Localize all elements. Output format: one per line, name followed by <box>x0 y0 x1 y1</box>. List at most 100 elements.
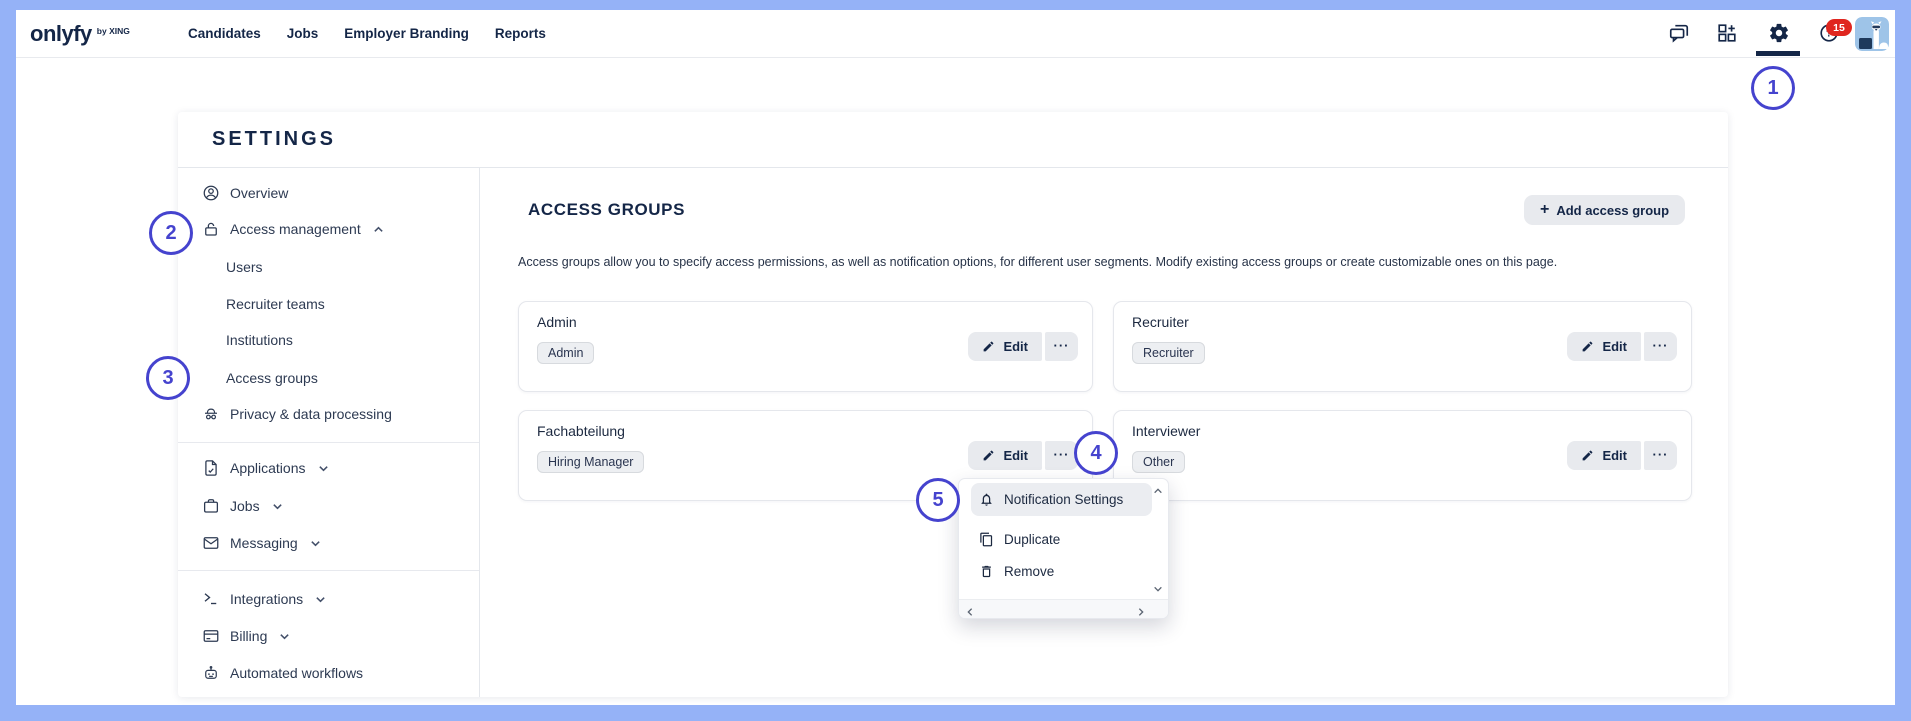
notification-count-badge: 15 <box>1826 19 1852 36</box>
nav-employer-branding[interactable]: Employer Branding <box>344 26 469 41</box>
mail-icon <box>203 537 219 549</box>
active-tab-underline <box>1756 51 1800 56</box>
edit-button[interactable]: Edit <box>968 441 1042 470</box>
menu-item-label: Remove <box>1004 563 1055 579</box>
nav-jobs[interactable]: Jobs <box>287 26 319 41</box>
access-group-title: Recruiter <box>1132 314 1189 330</box>
nav-candidates[interactable]: Candidates <box>188 26 261 41</box>
settings-gear-icon[interactable] <box>1767 21 1791 45</box>
add-access-group-label: Add access group <box>1556 202 1670 218</box>
sidebar-separator <box>178 570 479 571</box>
access-group-title: Fachabteilung <box>537 423 625 439</box>
pencil-icon <box>984 450 994 461</box>
horizontal-scrollbar[interactable] <box>959 599 1168 618</box>
chevron-down-icon <box>272 503 282 509</box>
logo[interactable]: onlyfy by XING <box>30 10 130 57</box>
more-options-button[interactable]: ··· <box>1644 441 1677 470</box>
annotation-step-2: 2 <box>149 211 193 255</box>
access-group-title: Interviewer <box>1132 423 1201 439</box>
menu-item-remove[interactable]: Remove <box>971 556 1152 586</box>
messages-icon[interactable] <box>1667 21 1691 45</box>
sidebar-item-users[interactable]: Users <box>226 254 263 280</box>
sidebar-item-access-management[interactable]: Access management <box>202 216 384 242</box>
chevron-up-icon <box>374 226 383 232</box>
sidebar-item-label: Automated workflows <box>230 665 364 681</box>
nav-reports[interactable]: Reports <box>495 26 546 41</box>
bell-icon <box>981 493 992 506</box>
scroll-left-icon[interactable] <box>965 604 975 622</box>
sidebar-item-label: Recruiter teams <box>226 296 325 312</box>
more-options-button[interactable]: ··· <box>1644 332 1677 361</box>
chevron-down-icon <box>316 596 325 602</box>
edit-button[interactable]: Edit <box>1567 332 1641 361</box>
sidebar-item-applications[interactable]: Applications <box>202 455 329 481</box>
access-group-card-admin: Admin Admin Edit ··· <box>518 301 1093 392</box>
scroll-up-icon[interactable] <box>1153 483 1163 501</box>
annotation-step-4: 4 <box>1074 431 1118 475</box>
sidebar-item-recruiter-teams[interactable]: Recruiter teams <box>226 291 325 317</box>
context-menu: Notification Settings Duplicate Remove <box>958 478 1169 619</box>
app-window: onlyfy by XING Candidates Jobs Employer … <box>16 10 1895 705</box>
sidebar-item-access-groups[interactable]: Access groups <box>226 365 318 391</box>
primary-nav: Candidates Jobs Employer Branding Report… <box>188 10 546 57</box>
access-group-tag: Admin <box>537 342 595 364</box>
menu-item-label: Duplicate <box>1004 531 1061 547</box>
logo-text: onlyfy <box>30 20 92 46</box>
access-group-tag: Other <box>1132 451 1186 473</box>
page-title: SETTINGS <box>212 128 337 150</box>
vertical-scrollbar[interactable] <box>1150 479 1166 600</box>
terminal-icon <box>204 593 217 605</box>
annotation-step-3: 3 <box>146 356 190 400</box>
logo-suffix: by XING <box>96 25 130 36</box>
sidebar-item-billing[interactable]: Billing <box>202 623 290 649</box>
edit-label: Edit <box>1003 339 1028 354</box>
scroll-down-icon[interactable] <box>1153 581 1163 599</box>
user-avatar[interactable] <box>1855 17 1889 51</box>
more-options-button[interactable]: ··· <box>1045 332 1078 361</box>
sidebar-item-automated-workflows[interactable]: Automated workflows <box>202 660 363 686</box>
sidebar-item-integrations[interactable]: Integrations <box>202 586 326 612</box>
sidebar-item-label: Billing <box>230 628 268 644</box>
credit-card-icon <box>203 630 219 642</box>
top-navbar: onlyfy by XING Candidates Jobs Employer … <box>16 10 1895 58</box>
lock-icon <box>205 222 217 236</box>
chevron-down-icon <box>280 633 290 639</box>
menu-item-label: Notification Settings <box>1004 492 1124 507</box>
annotation-step-1: 1 <box>1751 66 1795 110</box>
trash-icon <box>982 565 991 577</box>
sidebar-item-overview[interactable]: Overview <box>202 180 288 206</box>
edit-label: Edit <box>1602 339 1627 354</box>
scroll-right-icon[interactable] <box>1136 604 1146 622</box>
add-access-group-button[interactable]: + Add access group <box>1524 195 1686 225</box>
edit-label: Edit <box>1003 448 1028 463</box>
copy-icon <box>980 532 993 546</box>
menu-item-notification-settings[interactable]: Notification Settings <box>971 483 1152 516</box>
apps-grid-add-icon[interactable] <box>1715 21 1739 45</box>
menu-item-duplicate[interactable]: Duplicate <box>971 524 1152 554</box>
sidebar-item-label: Overview <box>230 185 289 201</box>
sidebar-item-label: Access groups <box>226 370 318 386</box>
edit-button[interactable]: Edit <box>1567 441 1641 470</box>
settings-panel: SETTINGS Overview Access management User… <box>178 112 1728 697</box>
pencil-icon <box>984 341 994 352</box>
sidebar-item-institutions[interactable]: Institutions <box>226 327 293 353</box>
plus-icon: + <box>1540 201 1550 218</box>
edit-button[interactable]: Edit <box>968 332 1042 361</box>
access-groups-description: Access groups allow you to specify acces… <box>518 255 1558 269</box>
robot-icon <box>205 666 217 679</box>
sidebar-item-label: Privacy & data processing <box>230 406 392 422</box>
sidebar-item-label: Institutions <box>226 332 293 348</box>
sidebar-item-jobs[interactable]: Jobs <box>202 493 283 519</box>
more-options-button[interactable]: ··· <box>1045 441 1078 470</box>
access-groups-heading: ACCESS GROUPS <box>528 200 686 219</box>
access-group-card-interviewer: Interviewer Other Edit ··· <box>1113 410 1692 501</box>
sidebar-item-messaging[interactable]: Messaging <box>202 530 321 556</box>
llama-avatar-image <box>1855 17 1889 51</box>
sidebar-item-privacy[interactable]: Privacy & data processing <box>202 401 392 427</box>
briefcase-icon <box>203 499 219 513</box>
sidebar-item-label: Messaging <box>230 535 298 551</box>
chevron-down-icon <box>318 465 328 471</box>
edit-label: Edit <box>1602 448 1627 463</box>
sidebar-item-label: Integrations <box>230 591 304 607</box>
pencil-icon <box>1583 450 1593 461</box>
